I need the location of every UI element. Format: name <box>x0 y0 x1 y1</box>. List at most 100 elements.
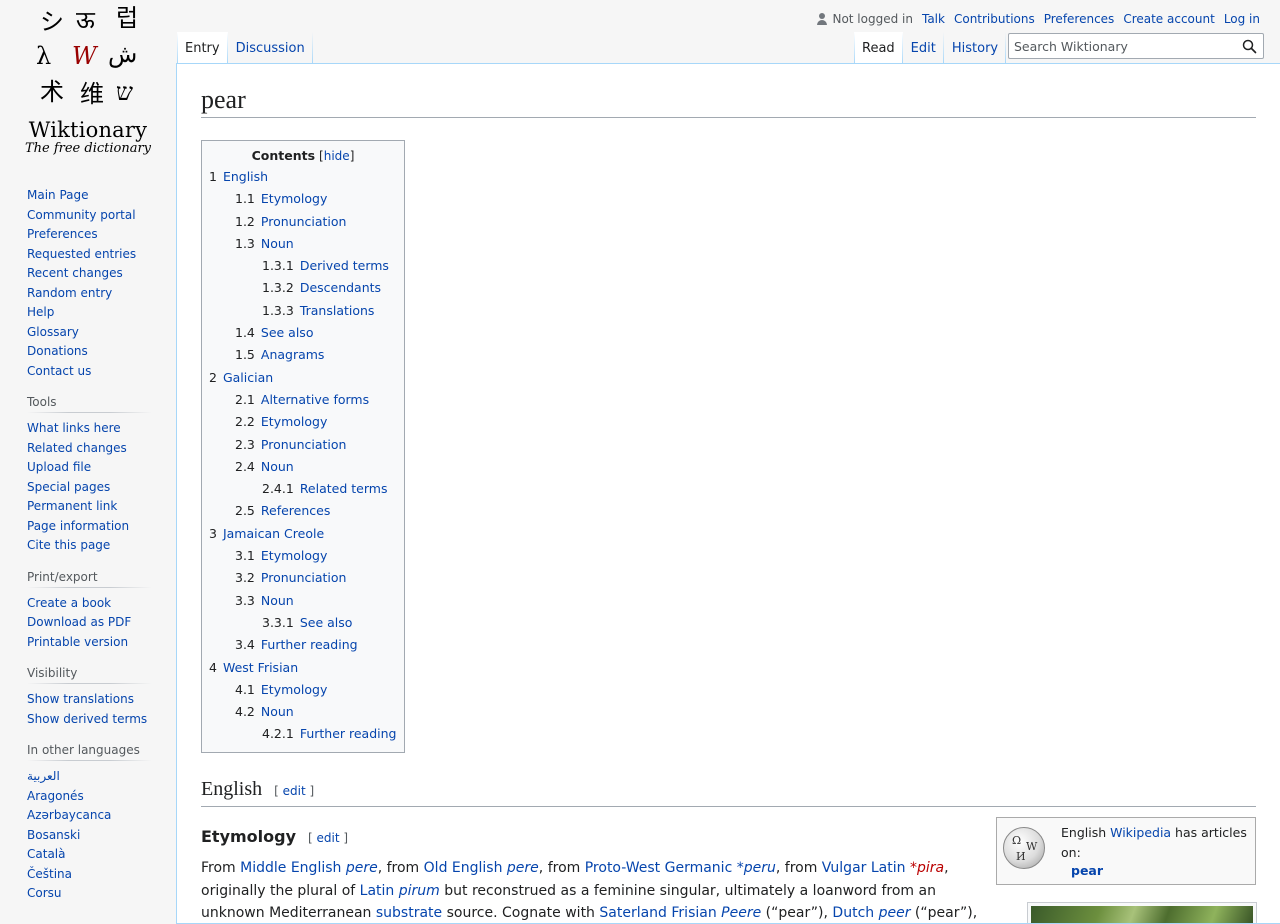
sidebar-language-link[interactable]: Corsu <box>27 886 62 900</box>
toc-link: 1.3.2 Descendants <box>262 280 381 295</box>
etymology-link[interactable]: Peere <box>721 905 761 921</box>
sidebar-tools-link[interactable]: Cite this page <box>27 538 110 552</box>
toc-item[interactable]: 3.3 Noun <box>209 590 397 612</box>
create-account-link[interactable]: Create account <box>1123 12 1215 26</box>
sidebar-tools-item: Upload file <box>27 458 152 478</box>
sidebar-print-link[interactable]: Create a book <box>27 596 111 610</box>
toc-text: Etymology <box>260 548 328 564</box>
toc-item[interactable]: 1.5 Anagrams <box>209 344 397 366</box>
toc-text: Alternative forms <box>260 391 370 407</box>
sidebar-language-link[interactable]: Čeština <box>27 867 72 881</box>
tab-read[interactable]: Read <box>854 32 903 64</box>
wikipedia-link[interactable]: Wikipedia <box>1110 825 1171 840</box>
toc-item[interactable]: 2.2 Etymology <box>209 411 397 433</box>
toc-item[interactable]: 3.4 Further reading <box>209 634 397 656</box>
toc-item[interactable]: 2.5 References <box>209 500 397 522</box>
toc-text: Descendants <box>299 280 382 296</box>
toc-item[interactable]: 2.3 Pronunciation <box>209 434 397 456</box>
sidebar-tools-link[interactable]: Upload file <box>27 460 91 474</box>
etymology-link[interactable]: pirum <box>399 883 440 899</box>
toc-item[interactable]: 3.2 Pronunciation <box>209 567 397 589</box>
sidebar-language-link[interactable]: Aragonés <box>27 789 84 803</box>
toc-hide-link[interactable]: hide <box>324 149 350 163</box>
tab-discussion[interactable]: Discussion <box>227 32 313 64</box>
etymology-link[interactable]: Proto-West Germanic <box>585 860 733 876</box>
subsection-heading-text: Etymology <box>201 827 297 846</box>
toc-item[interactable]: 1.2 Pronunciation <box>209 211 397 233</box>
toc-item[interactable]: 3.3.1 See also <box>209 612 397 634</box>
etymology-link[interactable]: Dutch <box>832 905 874 921</box>
toc-item[interactable]: 1.4 See also <box>209 322 397 344</box>
toc-toggle: [hide] <box>319 149 355 163</box>
sidebar-visibility-link[interactable]: Show translations <box>27 692 134 706</box>
edit-section-link[interactable]: edit <box>283 784 306 798</box>
tab-history[interactable]: History <box>943 32 1007 64</box>
sidebar-nav-link[interactable]: Preferences <box>27 227 98 241</box>
sidebar-print-link[interactable]: Download as PDF <box>27 615 131 629</box>
toc-item[interactable]: 1.1 Etymology <box>209 188 397 210</box>
sidebar-tools-link[interactable]: Page information <box>27 519 129 533</box>
toc-item[interactable]: 3.1 Etymology <box>209 545 397 567</box>
sidebar-nav-link[interactable]: Requested entries <box>27 247 136 261</box>
sidebar-language-link[interactable]: العربية <box>27 769 60 783</box>
sidebar-print-link[interactable]: Printable version <box>27 635 128 649</box>
sidebar-visibility-item: Show translations <box>27 690 152 710</box>
toc-item[interactable]: 2.4.1 Related terms <box>209 478 397 500</box>
sidebar-nav-link[interactable]: Contact us <box>27 364 91 378</box>
toc-item[interactable]: 4.2 Noun <box>209 701 397 723</box>
wikipedia-article-link[interactable]: pear <box>1071 863 1103 878</box>
sidebar-nav-link[interactable]: Glossary <box>27 325 79 339</box>
etymology-link[interactable]: *peru <box>737 860 776 876</box>
toc-item[interactable]: 3 Jamaican Creole <box>209 523 397 545</box>
etymology-link[interactable]: Old English <box>424 860 503 876</box>
toc-item[interactable]: 4.2.1 Further reading <box>209 723 397 745</box>
etymology-link[interactable]: Vulgar Latin <box>822 860 906 876</box>
sidebar-visibility-link[interactable]: Show derived terms <box>27 712 147 726</box>
toc-text: Related terms <box>299 481 388 497</box>
search-input[interactable] <box>1009 34 1229 58</box>
etymology-link[interactable]: peer <box>879 905 911 921</box>
sidebar-tools-link[interactable]: Related changes <box>27 441 127 455</box>
sidebar-nav-link[interactable]: Community portal <box>27 208 136 222</box>
toc-item[interactable]: 4.1 Etymology <box>209 679 397 701</box>
sidebar-nav-link[interactable]: Random entry <box>27 286 112 300</box>
edit-subsection-link[interactable]: edit <box>317 831 340 845</box>
toc-item[interactable]: 1.3.2 Descendants <box>209 277 397 299</box>
sidebar-nav-link[interactable]: Main Page <box>27 188 89 202</box>
sidebar-tools-link[interactable]: Special pages <box>27 480 110 494</box>
sidebar-language-link[interactable]: Bosanski <box>27 828 80 842</box>
toc-link: 1.5 Anagrams <box>235 347 324 362</box>
etymology-link[interactable]: pere <box>346 860 378 876</box>
wiktionary-logo[interactable]: シ ऊ 럽 λ W ش 术 维 ש Wiktionary The free di… <box>0 0 176 170</box>
etymology-link[interactable]: Saterland Frisian <box>599 905 716 921</box>
toc-item[interactable]: 2.1 Alternative forms <box>209 389 397 411</box>
sidebar-heading-print: Print/export <box>27 569 152 588</box>
toc-item[interactable]: 2.4 Noun <box>209 456 397 478</box>
preferences-link[interactable]: Preferences <box>1044 12 1115 26</box>
tab-entry[interactable]: Entry <box>177 32 228 64</box>
etymology-link[interactable]: Middle English <box>240 860 341 876</box>
etymology-link[interactable]: pere <box>507 860 539 876</box>
contributions-link[interactable]: Contributions <box>954 12 1035 26</box>
etymology-link[interactable]: substrate <box>376 905 442 921</box>
tab-edit[interactable]: Edit <box>902 32 944 64</box>
pear-image-thumb[interactable] <box>1027 902 1257 923</box>
toc-item[interactable]: 1.3.3 Translations <box>209 300 397 322</box>
log-in-link[interactable]: Log in <box>1224 12 1260 26</box>
sidebar-tools-link[interactable]: Permanent link <box>27 499 117 513</box>
sidebar-nav-link[interactable]: Recent changes <box>27 266 123 280</box>
sidebar-language-link[interactable]: Català <box>27 847 65 861</box>
toc-item[interactable]: 1.3 Noun <box>209 233 397 255</box>
sidebar-language-link[interactable]: Azərbaycanca <box>27 808 111 822</box>
toc-item[interactable]: 1.3.1 Derived terms <box>209 255 397 277</box>
search-icon[interactable] <box>1242 39 1257 54</box>
etymology-redlink[interactable]: *pira <box>910 860 944 876</box>
sidebar-nav-link[interactable]: Help <box>27 305 54 319</box>
sidebar-nav-link[interactable]: Donations <box>27 344 88 358</box>
toc-item[interactable]: 2 Galician <box>209 367 397 389</box>
etymology-link[interactable]: Latin <box>360 883 395 899</box>
toc-item[interactable]: 4 West Frisian <box>209 657 397 679</box>
talk-link[interactable]: Talk <box>922 12 945 26</box>
toc-item[interactable]: 1 English <box>209 166 397 188</box>
sidebar-tools-link[interactable]: What links here <box>27 421 121 435</box>
